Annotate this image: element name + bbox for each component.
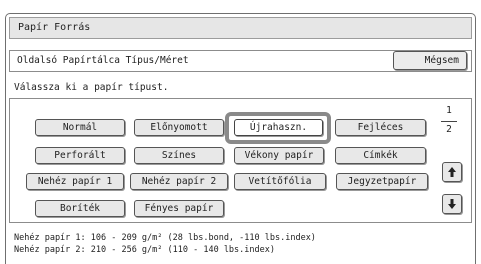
page-divider: [441, 121, 457, 122]
paper-type-normal-button[interactable]: Normál: [35, 119, 125, 136]
cancel-button[interactable]: Mégsem: [393, 51, 467, 70]
page-current: 1: [446, 105, 452, 116]
page-total: 2: [446, 124, 452, 135]
paper-type-prepunched-button[interactable]: Perforált: [35, 147, 125, 164]
paper-type-thin-button[interactable]: Vékony papír: [234, 147, 324, 164]
section-title: Oldalsó Papírtálca Típus/Méret: [17, 55, 189, 66]
paper-type-heavy1-button[interactable]: Nehéz papír 1: [26, 173, 124, 190]
paper-type-heavy2-button[interactable]: Nehéz papír 2: [130, 173, 228, 190]
scroll-up-button[interactable]: [442, 162, 462, 182]
paper-type-glossy-button[interactable]: Fényes papír: [134, 200, 224, 217]
heavy-paper-1-note: Nehéz papír 1: 106 - 209 g/m² (28 lbs.bo…: [14, 233, 316, 243]
paper-type-preprinted-button[interactable]: Előnyomott: [134, 119, 224, 136]
instruction-text: Válassza ki a papír típust.: [14, 82, 169, 93]
arrow-down-icon: [447, 198, 457, 210]
paper-type-color-button[interactable]: Színes: [134, 147, 224, 164]
paper-type-recycled-button[interactable]: Újrahaszn.: [234, 119, 323, 136]
window-title: Papír Forrás: [9, 17, 472, 39]
paper-type-labels-button[interactable]: Címkék: [335, 147, 426, 164]
paper-type-tab-paper-button[interactable]: Jegyzetpapír: [336, 173, 428, 190]
heavy-paper-2-note: Nehéz papír 2: 210 - 256 g/m² (110 - 140…: [14, 245, 275, 255]
scroll-down-button[interactable]: [442, 194, 462, 214]
arrow-up-icon: [447, 166, 457, 178]
paper-type-envelope-button[interactable]: Boríték: [35, 200, 125, 217]
paper-type-letterhead-button[interactable]: Fejléces: [335, 119, 426, 136]
paper-type-transparency-button[interactable]: Vetítőfólia: [234, 173, 326, 190]
